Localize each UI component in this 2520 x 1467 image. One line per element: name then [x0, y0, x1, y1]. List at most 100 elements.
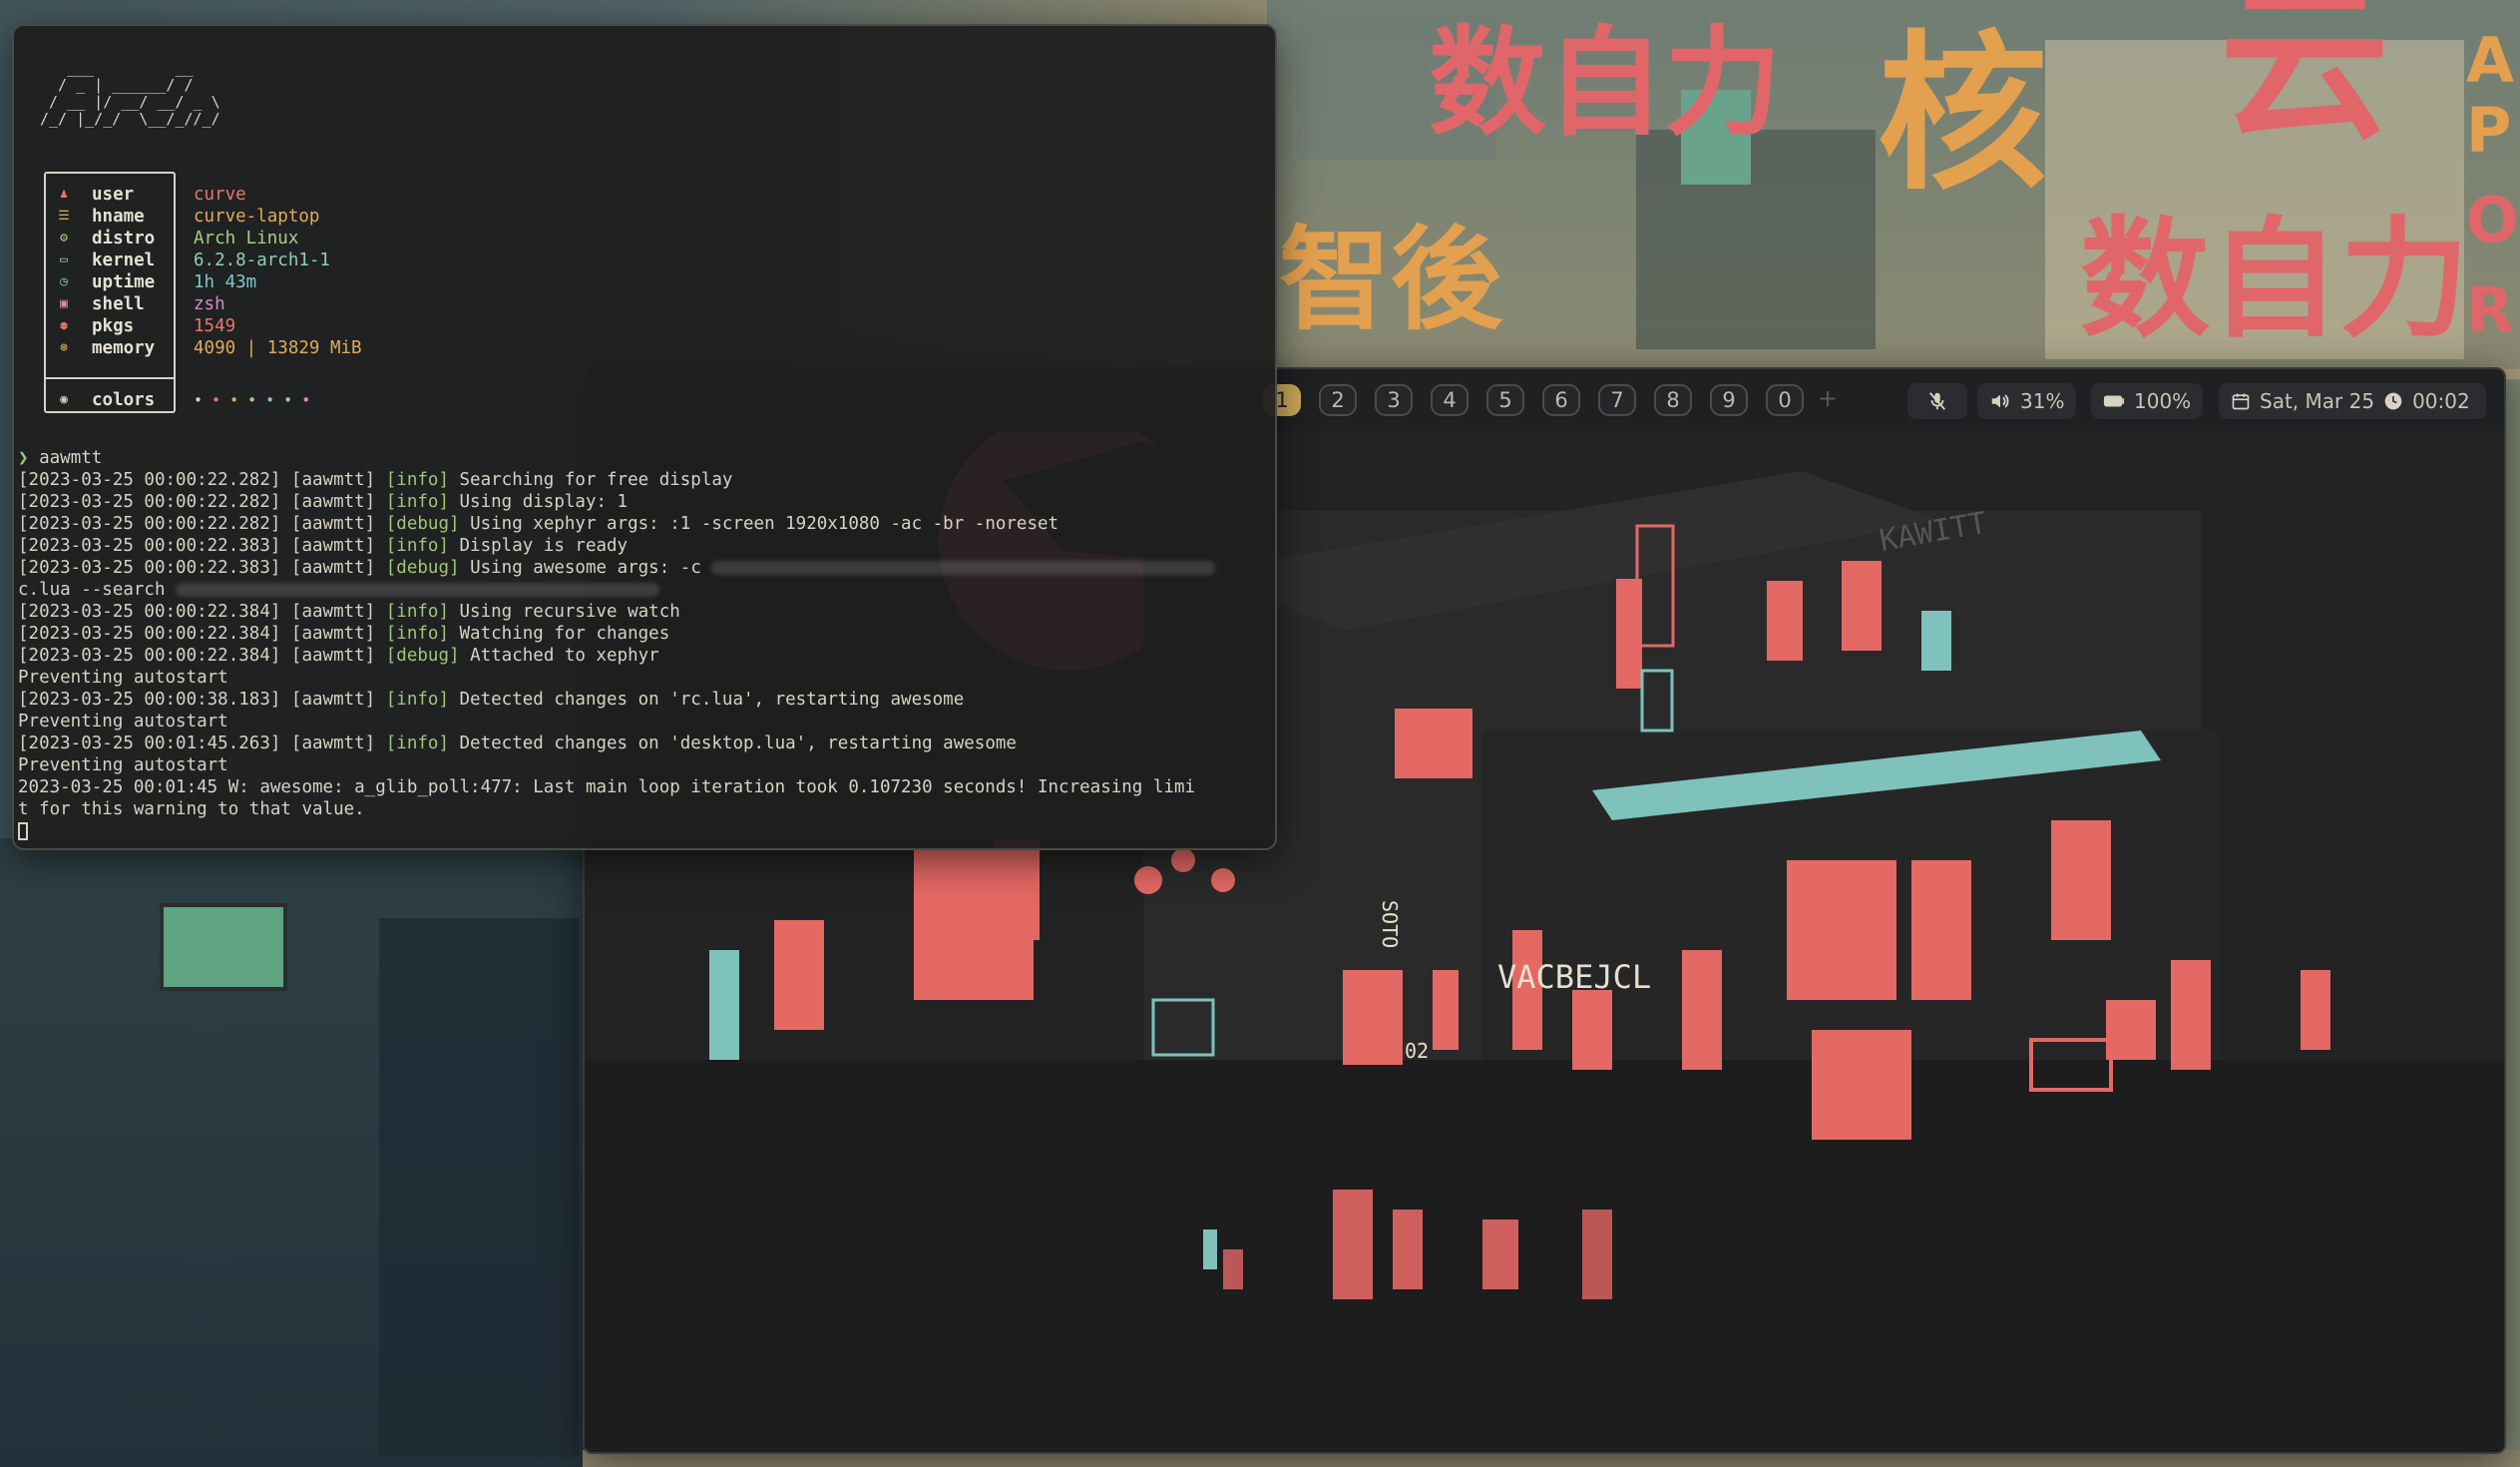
- info-value: 1h 43m: [194, 272, 257, 292]
- log-line: t for this warning to that value.: [18, 798, 1267, 820]
- text-cursor: [18, 822, 28, 840]
- log-message: Attached to xephyr: [459, 646, 659, 666]
- packages-icon: ⚉: [60, 318, 68, 333]
- clock-widget[interactable]: Sat, Mar 25 00:02: [2219, 383, 2486, 419]
- log-message: Detected changes on 'rc.lua', restarting…: [448, 690, 965, 710]
- log-prefix: Preventing autostart: [18, 755, 228, 775]
- log-line: [2023-03-25 00:00:22.282] [aawmtt] [info…: [18, 469, 1267, 491]
- info-value: curve-laptop: [194, 207, 320, 227]
- info-row-distro: ⚙ distro Arch Linux: [14, 228, 433, 249]
- log-level-tag: [info]: [385, 734, 449, 753]
- log-line: [2023-03-25 00:00:22.282] [aawmtt] [info…: [18, 491, 1267, 513]
- log-line: [2023-03-25 00:00:38.183] [aawmtt] [info…: [18, 689, 1267, 711]
- log-line: Preventing autostart: [18, 754, 1267, 776]
- cursor-line[interactable]: [18, 820, 1267, 842]
- distro-icon: ⚙: [60, 231, 68, 245]
- info-key: hname: [92, 207, 145, 227]
- workspace-2[interactable]: 2: [1319, 384, 1357, 416]
- color-dot: •: [194, 391, 204, 409]
- info-key: kernel: [92, 250, 156, 270]
- log-line: [2023-03-25 00:00:22.384] [aawmtt] [info…: [18, 623, 1267, 645]
- info-key: user: [92, 185, 135, 205]
- add-workspace-button[interactable]: +: [1818, 384, 1838, 412]
- wallpaper-building: [1636, 130, 1876, 349]
- shell-icon: ▣: [60, 296, 68, 311]
- microphone-toggle[interactable]: [1907, 383, 1967, 419]
- art-sign: 02: [1405, 1039, 1429, 1063]
- log-message: Detected changes on 'desktop.lua', resta…: [448, 734, 1017, 753]
- workspace-5[interactable]: 5: [1486, 384, 1524, 416]
- volume-level: 31%: [2020, 389, 2065, 413]
- arch-ascii-logo: ___ __ / _ | ______/ / / __ |/ __/ __/ _…: [40, 59, 220, 128]
- log-level-tag: [info]: [385, 470, 449, 490]
- log-level-tag: [debug]: [385, 514, 460, 534]
- log-prefix: [2023-03-25 00:00:22.383] [aawmtt]: [18, 536, 386, 556]
- log-line: [2023-03-25 00:00:22.384] [aawmtt] [info…: [18, 601, 1267, 623]
- prompt-symbol: ❯: [18, 448, 29, 468]
- info-key: pkgs: [92, 316, 135, 336]
- info-divider: [46, 377, 174, 379]
- log-message: Searching for free display: [448, 470, 733, 490]
- info-row-uptime: ◷ uptime 1h 43m: [14, 271, 433, 293]
- info-key: colors: [92, 390, 156, 410]
- volume-widget[interactable]: 31%: [1977, 383, 2077, 419]
- workspace-7[interactable]: 7: [1598, 384, 1636, 416]
- log-level-tag: [info]: [385, 602, 449, 622]
- color-dot: •: [211, 391, 221, 409]
- battery-widget[interactable]: 100%: [2091, 383, 2204, 419]
- log-prefix: [2023-03-25 00:00:22.282] [aawmtt]: [18, 492, 386, 512]
- workspace-0[interactable]: 0: [1766, 384, 1804, 416]
- log-prefix: c.lua --search: [18, 580, 177, 600]
- uptime-icon: ◷: [60, 274, 68, 289]
- art-sign: VACBEJCL: [1497, 958, 1651, 996]
- info-key: distro: [92, 229, 156, 248]
- prompt-command: aawmtt: [39, 448, 103, 468]
- memory-icon: ⊛: [60, 340, 68, 355]
- wallpaper-sign: 云: [2220, 0, 2390, 164]
- log-prefix: [2023-03-25 00:00:38.183] [aawmtt]: [18, 690, 386, 710]
- log-level-tag: [debug]: [385, 558, 460, 578]
- log-level-tag: [debug]: [385, 646, 460, 666]
- terminal-window[interactable]: ___ __ / _ | ______/ / / __ |/ __/ __/ _…: [12, 24, 1277, 850]
- user-icon: ♟: [60, 187, 68, 202]
- color-dots: • • • • • • •: [194, 389, 319, 411]
- battery-icon: [2103, 395, 2125, 407]
- wallpaper-sign: R: [2466, 273, 2514, 346]
- log-line: 2023-03-25 00:01:45 W: awesome: a_glib_p…: [18, 776, 1267, 798]
- workspace-6[interactable]: 6: [1542, 384, 1580, 416]
- date-text: Sat, Mar 25: [2260, 389, 2375, 413]
- log-prefix: Preventing autostart: [18, 668, 228, 688]
- workspace-3[interactable]: 3: [1375, 384, 1413, 416]
- log-message: Using recursive watch: [448, 602, 680, 622]
- log-line: c.lua --search: [18, 579, 1267, 601]
- log-line: [2023-03-25 00:00:22.383] [aawmtt] [debu…: [18, 557, 1267, 579]
- kernel-icon: ▭: [60, 252, 68, 267]
- workspace-4[interactable]: 4: [1431, 384, 1469, 416]
- log-line: [2023-03-25 00:00:22.383] [aawmtt] [info…: [18, 535, 1267, 557]
- log-prefix: [2023-03-25 00:00:22.282] [aawmtt]: [18, 470, 386, 490]
- info-value: 6.2.8-arch1-1: [194, 250, 330, 270]
- log-level-tag: [info]: [385, 536, 449, 556]
- workspace-9[interactable]: 9: [1710, 384, 1748, 416]
- log-message: Display is ready: [448, 536, 629, 556]
- info-row-hname: ☰ hname curve-laptop: [14, 206, 433, 228]
- wallpaper-green-screen: [160, 903, 287, 991]
- terminal-output[interactable]: ❯ aawmtt [2023-03-25 00:00:22.282] [aawm…: [18, 447, 1267, 842]
- info-value: Arch Linux: [194, 229, 299, 248]
- calendar-icon: [2232, 393, 2250, 410]
- info-key: shell: [92, 294, 145, 314]
- log-message: Using display: 1: [448, 492, 629, 512]
- wallpaper-sign: A: [2466, 24, 2514, 97]
- wallpaper-building: [379, 918, 579, 1457]
- wallpaper-sign: 数自力: [2080, 204, 2470, 355]
- mic-muted-icon: [1928, 392, 1946, 410]
- log-line: [2023-03-25 00:00:22.384] [aawmtt] [debu…: [18, 645, 1267, 667]
- color-dot: •: [283, 391, 293, 409]
- color-dot: •: [229, 391, 239, 409]
- log-message: Watching for changes: [448, 624, 670, 644]
- log-prefix: [2023-03-25 00:00:22.282] [aawmtt]: [18, 514, 386, 534]
- palette-icon: ◉: [60, 392, 68, 407]
- workspace-8[interactable]: 8: [1654, 384, 1692, 416]
- log-message: Using awesome args: -c: [459, 558, 712, 578]
- log-level-tag: [info]: [385, 624, 449, 644]
